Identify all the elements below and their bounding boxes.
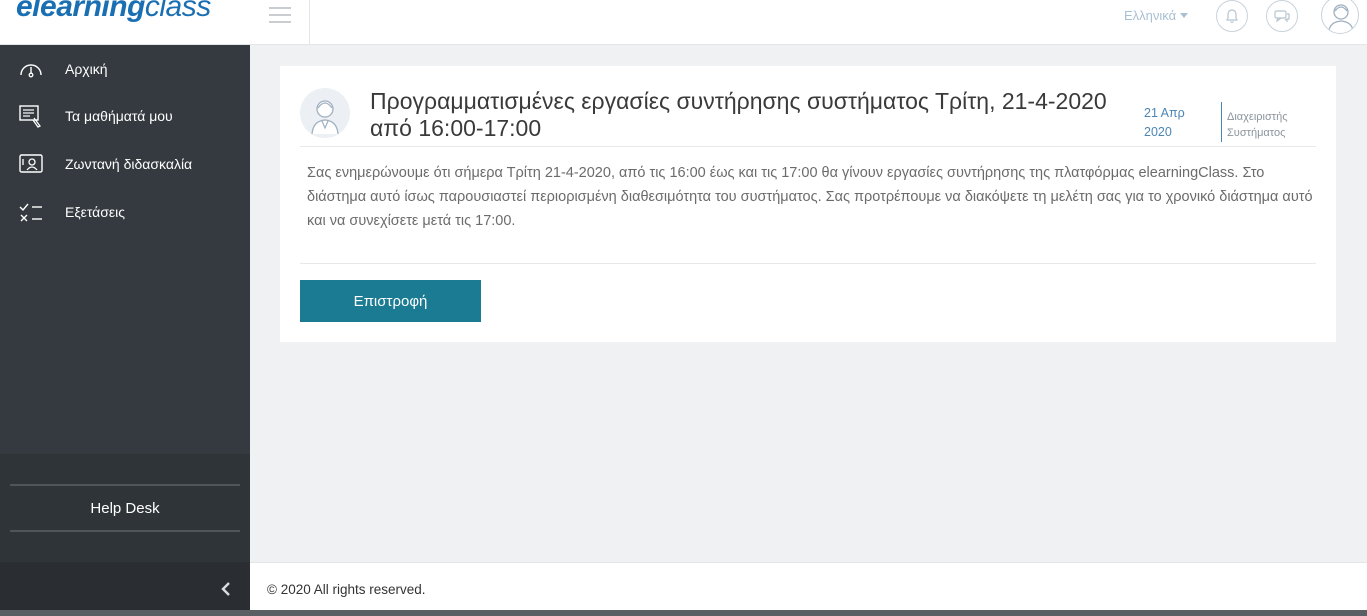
user-avatar[interactable] bbox=[1321, 0, 1359, 34]
meta-separator bbox=[1221, 102, 1222, 142]
sidebar-item-label: Εξετάσεις bbox=[65, 204, 126, 220]
sidebar-item-home[interactable]: Αρχική bbox=[0, 47, 250, 91]
notifications-button[interactable] bbox=[1216, 0, 1248, 32]
logo-text-thin: class bbox=[144, 0, 211, 23]
help-desk-link[interactable]: Help Desk bbox=[10, 486, 240, 530]
sidebar-item-exams[interactable]: Εξετάσεις bbox=[0, 190, 250, 234]
logo-text-bold: elearning bbox=[16, 0, 145, 23]
sidebar-divider bbox=[10, 530, 240, 532]
divider bbox=[300, 263, 1316, 264]
user-avatar-icon bbox=[1328, 4, 1354, 32]
courses-icon bbox=[19, 105, 41, 128]
language-selector[interactable]: Ελληνικά bbox=[1124, 8, 1189, 23]
brand-logo[interactable]: elearningclass bbox=[16, 0, 211, 24]
collapse-sidebar-button[interactable] bbox=[214, 574, 238, 604]
page-footer: © 2020 All rights reserved. bbox=[250, 562, 1367, 616]
page-scrollbar-track bbox=[1355, 45, 1367, 562]
chat-bubbles-icon bbox=[1274, 10, 1290, 23]
sidebar-collapse-bar bbox=[0, 562, 250, 616]
sidebar-item-label: Ζωντανή διδασκαλία bbox=[65, 156, 193, 172]
sidebar: Αρχική Τα μαθήματά μου Ζωντανή διδασκαλί… bbox=[0, 45, 250, 616]
user-avatar-icon bbox=[311, 100, 339, 135]
copyright-text: © 2020 All rights reserved. bbox=[267, 582, 426, 597]
taskbar-strip bbox=[0, 610, 1367, 616]
header-divider bbox=[309, 0, 310, 45]
sidebar-item-my-courses[interactable]: Τα μαθήματά μου bbox=[0, 94, 250, 138]
chevron-left-icon bbox=[221, 582, 230, 596]
top-header: elearningclass Ελληνικά bbox=[0, 0, 1367, 45]
sidebar-item-label: Αρχική bbox=[65, 61, 108, 77]
exams-checklist-icon bbox=[19, 203, 42, 222]
divider bbox=[300, 146, 1316, 147]
sidebar-item-live-teaching[interactable]: Ζωντανή διδασκαλία bbox=[0, 142, 250, 186]
live-teaching-icon bbox=[19, 154, 43, 173]
announcement-author: Διαχειριστής Συστήματος bbox=[1227, 111, 1288, 139]
announcement-date: 21 Απρ 2020 bbox=[1144, 106, 1185, 139]
announcement-card: Προγραμματισμένες εργασίες συντήρησης συ… bbox=[280, 66, 1336, 342]
dashboard-gauge-icon bbox=[20, 64, 42, 78]
sidebar-item-label: Τα μαθήματά μου bbox=[65, 108, 173, 124]
help-desk-label: Help Desk bbox=[90, 499, 160, 517]
announcement-body: Σας ενημερώνουμε ότι σήμερα Τρίτη 21-4-2… bbox=[307, 165, 1313, 229]
announcement-title: Προγραμματισμένες εργασίες συντήρησης συ… bbox=[370, 88, 1107, 141]
menu-toggle-icon[interactable] bbox=[269, 7, 291, 25]
caret-down-icon bbox=[1180, 13, 1189, 18]
bell-icon bbox=[1226, 9, 1238, 23]
language-label: Ελληνικά bbox=[1124, 8, 1177, 23]
author-avatar bbox=[300, 88, 350, 138]
messages-button[interactable] bbox=[1266, 0, 1298, 32]
back-button[interactable]: Επιστροφή bbox=[300, 280, 481, 322]
